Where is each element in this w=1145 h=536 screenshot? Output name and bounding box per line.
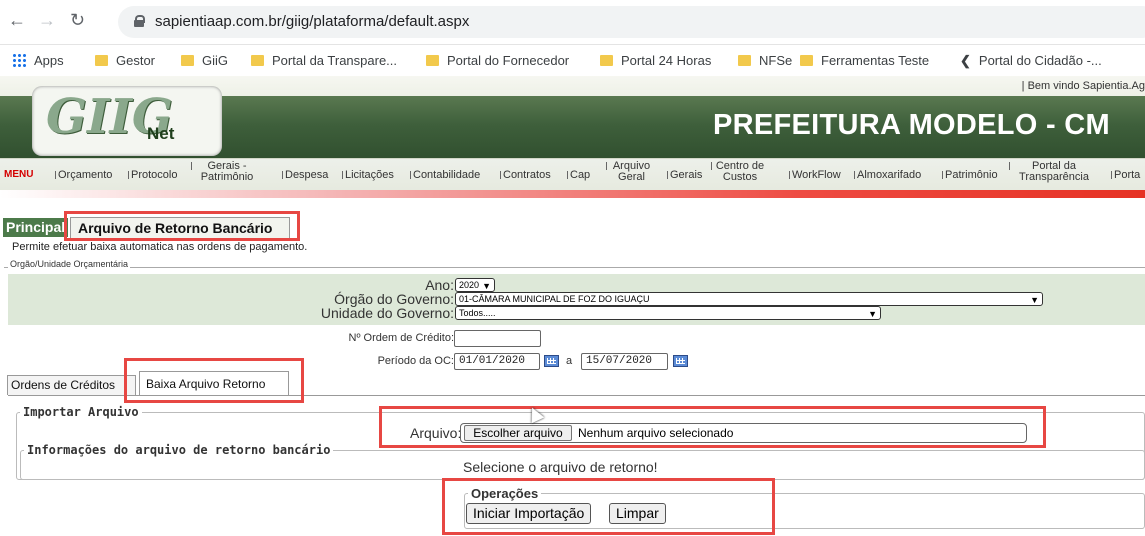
apps-icon <box>12 53 26 67</box>
highlight-operacoes-box <box>442 478 775 535</box>
menu-item-cap[interactable]: Cap <box>566 170 590 181</box>
browser-toolbar: ← → ↻ sapientiaap.com.br/giig/plataforma… <box>0 0 1145 45</box>
menu-label: MENU <box>4 169 34 180</box>
menu-item-almoxarifado[interactable]: Almoxarifado <box>853 170 921 181</box>
folder-icon <box>181 55 194 66</box>
menu-item-gerais[interactable]: Gerais <box>666 170 702 181</box>
main-menu: MENU Orçamento Protocolo Gerais - Patrim… <box>0 158 1145 190</box>
chevron-down-icon: ▼ <box>482 281 491 291</box>
bookmark-nfse[interactable]: NFSe <box>738 53 792 68</box>
bookmark-apps[interactable]: Apps <box>12 53 64 68</box>
forward-arrow-icon[interactable]: → <box>38 10 56 31</box>
folder-icon <box>426 55 439 66</box>
menu-item-workflow[interactable]: WorkFlow <box>789 170 841 181</box>
app-header: | Bem vindo Sapientia.Ag GIIG Net PREFEI… <box>0 76 1145 158</box>
orgao-select[interactable]: 01-CÂMARA MUNICIPAL DE FOZ DO IGUAÇU ▼ <box>455 292 1043 306</box>
periodo-start-input[interactable]: 01/01/2020 <box>454 353 540 370</box>
info-legend: Informações do arquivo de retorno bancár… <box>24 443 334 457</box>
menu-item-licitacoes[interactable]: Licitações <box>342 170 394 181</box>
bookmark-portal-cidadao[interactable]: ❮ Portal do Cidadão -... <box>960 53 1102 69</box>
chevron-down-icon: ▼ <box>868 309 877 319</box>
calendar-icon[interactable] <box>673 355 688 367</box>
lock-icon <box>134 15 145 27</box>
calendar-icon[interactable] <box>544 355 559 367</box>
chevron-left-icon: ❮ <box>960 53 971 68</box>
menu-item-arquivo-geral[interactable]: Arquivo Geral <box>606 161 654 183</box>
menu-item-contratos[interactable]: Contratos <box>500 170 551 181</box>
menu-item-gerais-patrimonio[interactable]: Gerais - Patrimônio <box>191 161 260 183</box>
tab-principal[interactable]: Principal <box>3 218 69 237</box>
bookmark-portal-fornecedor[interactable]: Portal do Fornecedor <box>426 53 569 68</box>
menu-item-protocolo[interactable]: Protocolo <box>127 170 177 181</box>
section-divider <box>4 267 1145 268</box>
ordem-credito-label: Nº Ordem de Crédito: <box>348 332 455 344</box>
back-arrow-icon[interactable]: ← <box>8 10 26 31</box>
menu-item-centro-custos[interactable]: Centro de Custos <box>711 161 766 183</box>
unidade-label: Unidade do Governo: <box>320 305 454 321</box>
giig-logo[interactable]: GIIG Net <box>32 86 222 156</box>
menu-item-patrimonio[interactable]: Patrimônio <box>942 170 998 181</box>
periodo-end-input[interactable]: 15/07/2020 <box>581 353 668 370</box>
chevron-down-icon: ▼ <box>1030 295 1039 305</box>
page-description: Permite efetuar baixa automatica nas ord… <box>12 241 308 253</box>
ano-select[interactable]: 2020 ▼ <box>455 278 495 292</box>
bookmark-giig[interactable]: GiiG <box>181 53 228 68</box>
tab-ordens-creditos[interactable]: Ordens de Créditos <box>7 375 136 395</box>
select-file-message: Selecione o arquivo de retorno! <box>463 459 658 475</box>
ordem-credito-input[interactable] <box>454 330 541 347</box>
header-accent-line <box>0 190 1145 198</box>
periodo-label: Período da OC: <box>377 355 454 367</box>
highlight-tab-box <box>64 211 300 241</box>
periodo-separator: a <box>566 355 573 367</box>
folder-icon <box>251 55 264 66</box>
logo-net-text: Net <box>147 124 175 143</box>
menu-item-orcamento[interactable]: Orçamento <box>54 170 112 181</box>
bookmarks-bar: Apps Gestor GiiG Portal da Transpare... … <box>0 46 1145 76</box>
bookmark-portal-24-horas[interactable]: Portal 24 Horas <box>600 53 711 68</box>
bookmark-gestor[interactable]: Gestor <box>95 53 155 68</box>
url-text: sapientiaap.com.br/giig/plataforma/defau… <box>155 13 470 30</box>
welcome-text: | Bem vindo Sapientia.Ag <box>1021 80 1145 92</box>
menu-item-contabilidade[interactable]: Contabilidade <box>409 170 480 181</box>
highlight-file-box <box>379 406 1046 448</box>
folder-icon <box>600 55 613 66</box>
address-bar[interactable]: sapientiaap.com.br/giig/plataforma/defau… <box>118 6 1145 38</box>
folder-icon <box>95 55 108 66</box>
reload-icon[interactable]: ↻ <box>70 10 85 31</box>
menu-item-portal-transparencia[interactable]: Portal da Transparência <box>1009 161 1096 183</box>
menu-item-despesa[interactable]: Despesa <box>281 170 328 181</box>
folder-icon <box>800 55 813 66</box>
highlight-subtab-box <box>124 358 304 403</box>
bookmark-portal-transparencia[interactable]: Portal da Transpare... <box>251 53 397 68</box>
folder-icon <box>738 55 751 66</box>
section-title: Orgão/Unidade Orçamentária <box>8 259 131 269</box>
unidade-select[interactable]: Todos..... ▼ <box>455 306 881 320</box>
menu-item-portal[interactable]: Porta <box>1110 170 1140 181</box>
bookmark-ferramentas-teste[interactable]: Ferramentas Teste <box>800 53 929 68</box>
importar-legend: Importar Arquivo <box>20 405 142 419</box>
page-title: PREFEITURA MODELO - CM <box>713 109 1111 141</box>
